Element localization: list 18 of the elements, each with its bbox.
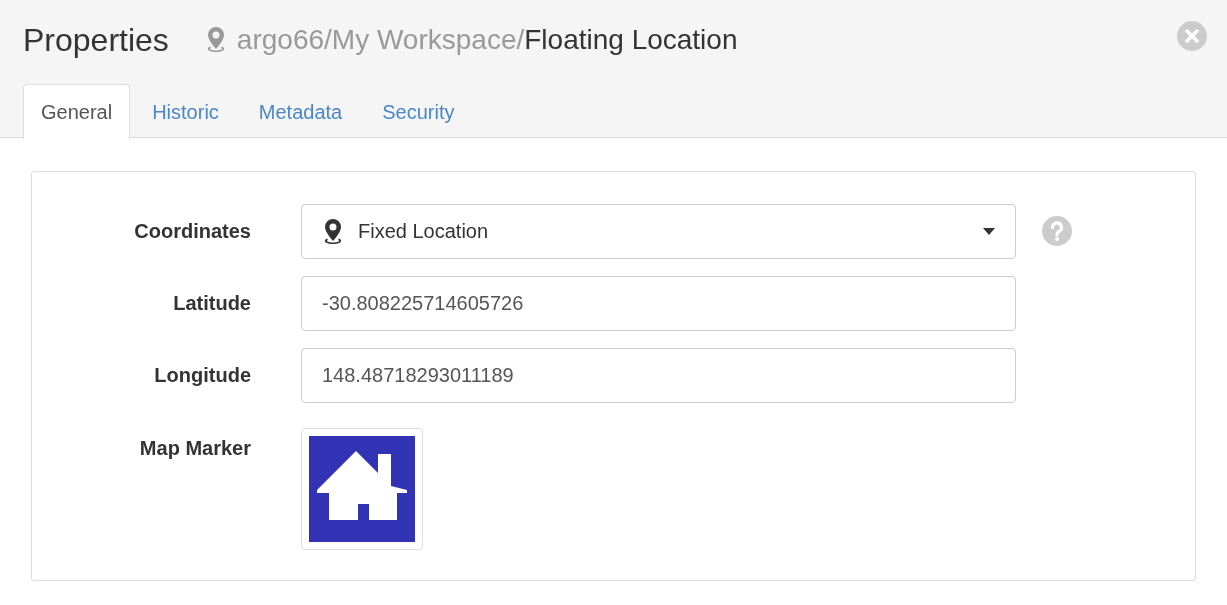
coordinate-input[interactable]: 148.48718293011189 — [301, 348, 1016, 403]
tab[interactable]: Security — [364, 84, 473, 139]
field-label: Latitude — [173, 291, 252, 316]
breadcrumb-path: argo66/My Workspace/Floating Location — [236, 24, 738, 56]
caret-icon — [983, 228, 995, 235]
tab[interactable]: General — [23, 84, 131, 139]
field-label: Map Marker — [139, 436, 252, 461]
map-marker-thumbnail[interactable] — [301, 428, 423, 550]
field-label: Coordinates — [134, 219, 252, 244]
location-pin-icon — [322, 217, 344, 246]
coordinate-input[interactable]: -30.808225714605726 — [301, 276, 1016, 331]
coordinates-dropdown[interactable]: Fixed Location — [301, 204, 1016, 259]
help-icon[interactable] — [1042, 216, 1072, 246]
field-label: Longitude — [154, 363, 252, 388]
house-icon — [309, 436, 415, 542]
tab[interactable]: Metadata — [240, 84, 361, 139]
page-title: Properties — [23, 21, 169, 59]
close-icon[interactable] — [1177, 21, 1207, 51]
